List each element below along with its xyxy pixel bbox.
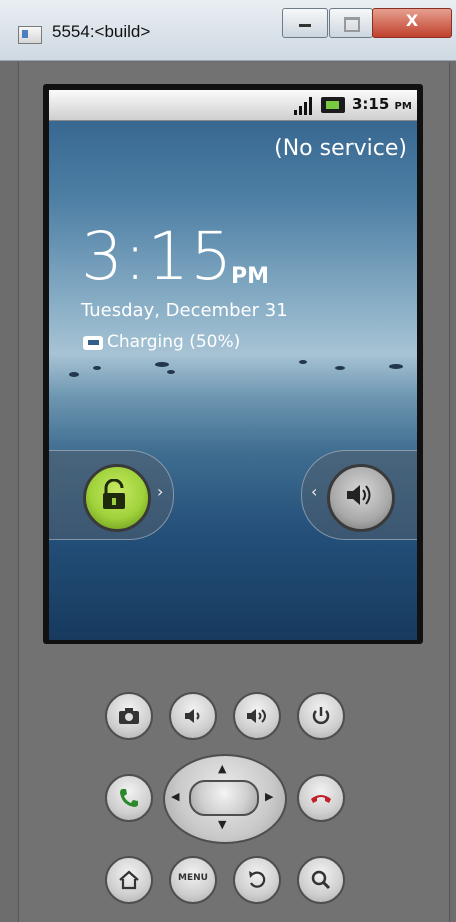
power-icon <box>312 707 330 725</box>
minimize-icon <box>299 24 311 27</box>
charging-icon <box>83 336 103 350</box>
status-bar: 3:15 PM <box>49 90 417 121</box>
volume-up-icon <box>247 709 266 723</box>
minimize-button[interactable] <box>282 8 328 38</box>
maximize-button[interactable] <box>329 8 373 38</box>
dpad-up-icon[interactable]: ▲ <box>218 762 226 775</box>
end-call-icon <box>311 795 331 803</box>
dpad-left-icon[interactable]: ◀ <box>171 790 179 803</box>
power-button[interactable] <box>297 692 345 740</box>
signal-icon <box>294 95 316 115</box>
wallpaper-islands <box>49 352 417 412</box>
status-time-value: 3:15 <box>352 95 390 113</box>
lock-clock: 3:15 <box>81 218 234 295</box>
window-titlebar: 5554:<build> X <box>0 0 456 61</box>
emulator-app-icon <box>18 26 42 44</box>
battery-charging-icon <box>321 97 345 113</box>
back-button[interactable] <box>233 856 281 904</box>
volume-up-button[interactable] <box>233 692 281 740</box>
sound-arrow-icon: ‹ <box>311 482 318 501</box>
window-title: 5554:<build> <box>52 22 151 41</box>
call-button[interactable] <box>105 774 153 822</box>
status-time: 3:15 PM <box>352 95 412 113</box>
device-screen[interactable]: 3:15 PM (No service) 3:15 PM Tuesday, De… <box>49 90 417 640</box>
carrier-label: (No service) <box>274 136 407 161</box>
lock-clock-ampm: PM <box>231 264 270 289</box>
menu-button[interactable]: MENU <box>169 856 217 904</box>
lock-date: Tuesday, December 31 <box>81 300 288 321</box>
home-button[interactable] <box>105 856 153 904</box>
unlock-handle[interactable] <box>83 464 151 532</box>
home-icon <box>119 870 139 890</box>
volume-down-button[interactable] <box>169 692 217 740</box>
close-button[interactable]: X <box>372 8 452 38</box>
dpad-center-button[interactable] <box>189 780 259 816</box>
unlock-arrow-icon: › <box>157 482 164 501</box>
emulator-body: 3:15 PM (No service) 3:15 PM Tuesday, De… <box>18 62 450 922</box>
search-icon <box>311 870 331 890</box>
sound-icon <box>347 485 371 505</box>
call-icon <box>120 789 138 807</box>
status-time-ampm: PM <box>394 101 412 112</box>
close-icon: X <box>405 11 419 30</box>
end-call-button[interactable] <box>297 774 345 822</box>
dpad-right-icon[interactable]: ▶ <box>265 790 273 803</box>
unlock-icon <box>103 479 125 509</box>
camera-icon <box>119 708 139 724</box>
menu-label: MENU <box>178 873 208 883</box>
camera-button[interactable] <box>105 692 153 740</box>
charging-status: Charging (50%) <box>107 332 241 352</box>
sound-toggle-handle[interactable] <box>327 464 395 532</box>
back-icon <box>249 871 266 888</box>
maximize-icon <box>344 17 360 32</box>
dpad-down-icon[interactable]: ▼ <box>218 818 226 831</box>
volume-down-icon <box>185 709 200 723</box>
search-button[interactable] <box>297 856 345 904</box>
